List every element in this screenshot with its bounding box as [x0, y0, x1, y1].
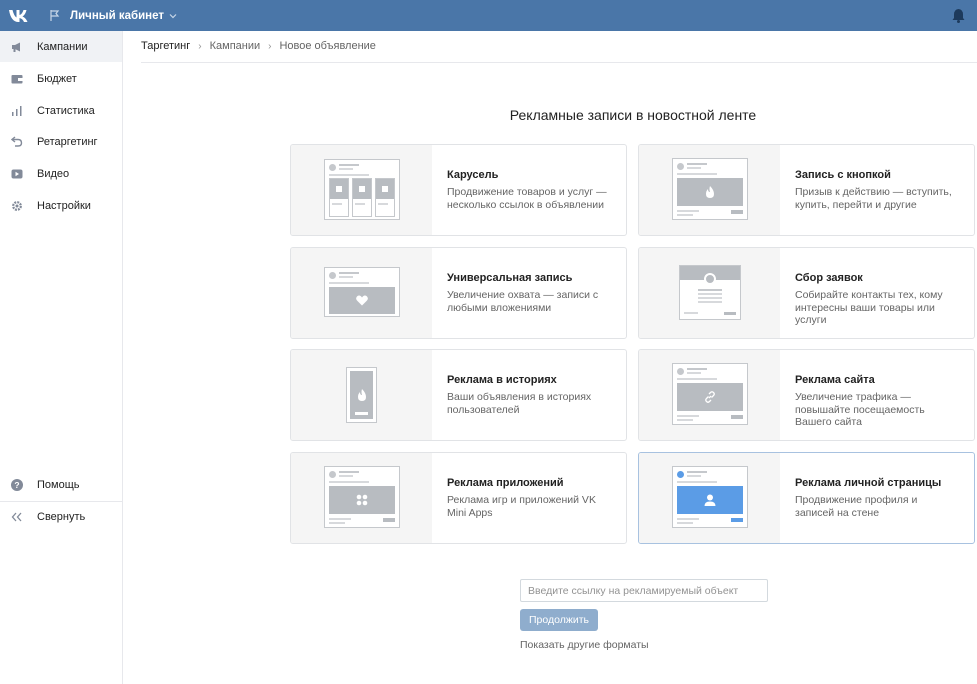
sidebar-item-video[interactable]: Видео: [0, 158, 122, 189]
breadcrumb-divider: [141, 62, 977, 63]
svg-text:?: ?: [14, 480, 19, 490]
format-card-apps[interactable]: Реклама приложений Реклама игр и приложе…: [290, 452, 627, 544]
format-title: Реклама в историях: [447, 374, 557, 386]
sidebar-item-label: Ретаргетинг: [37, 135, 98, 148]
sidebar-item-statistics[interactable]: Статистика: [0, 95, 122, 126]
megaphone-icon: [11, 41, 23, 53]
personal-page-illustration: [639, 453, 780, 543]
format-card-website[interactable]: Реклама сайта Увеличение трафика — повыш…: [638, 349, 975, 441]
breadcrumb-separator-icon: ›: [198, 40, 202, 52]
format-card-lead-form[interactable]: Сбор заявок Собирайте контакты тех, кому…: [638, 247, 975, 339]
sidebar-item-help[interactable]: ? Помощь: [0, 469, 122, 500]
sidebar-item-collapse[interactable]: Свернуть: [0, 501, 122, 532]
sidebar: Кампании Бюджет Статистика Ретаргетинг В…: [0, 31, 123, 684]
post-mockup: [672, 363, 748, 425]
format-card-stories[interactable]: Реклама в историях Ваши объявления в ист…: [290, 349, 627, 441]
format-description: Продвижение профиля и записей на стене: [795, 494, 918, 519]
post-mockup: [324, 267, 400, 317]
sidebar-item-settings[interactable]: Настройки: [0, 190, 122, 221]
format-description: Увеличение охвата — записи с любыми влож…: [447, 289, 599, 314]
breadcrumb-new-ad: Новое объявление: [279, 40, 376, 52]
breadcrumb-campaigns[interactable]: Кампании: [210, 40, 261, 52]
flame-icon: [357, 389, 366, 401]
sidebar-item-label: Видео: [37, 167, 70, 180]
format-description: Реклама игр и приложений VK Mini Apps: [447, 494, 596, 519]
format-description: Продвижение товаров и услуг — несколько …: [447, 186, 607, 211]
format-description: Увеличение трафика — повышайте посещаемо…: [795, 391, 925, 428]
sidebar-item-budget[interactable]: Бюджет: [0, 63, 122, 94]
sidebar-item-label: Свернуть: [37, 510, 86, 523]
format-description: Собирайте контакты тех, кому интересны в…: [795, 289, 943, 326]
post-mockup: [324, 466, 400, 528]
format-card-universal-post[interactable]: Универсальная запись Увеличение охвата —…: [290, 247, 627, 339]
format-title: Реклама сайта: [795, 374, 875, 386]
continue-button[interactable]: Продолжить: [520, 609, 598, 631]
format-title: Запись с кнопкой: [795, 169, 891, 181]
user-icon: [704, 494, 716, 506]
sidebar-item-label: Статистика: [37, 104, 95, 117]
format-card-carousel[interactable]: Карусель Продвижение товаров и услуг — н…: [290, 144, 627, 236]
format-description: Ваши объявления в историях пользователей: [447, 391, 592, 416]
sidebar-item-label: Бюджет: [37, 72, 77, 85]
stories-illustration: [291, 350, 432, 440]
bell-icon[interactable]: [952, 8, 965, 23]
format-card-button-post[interactable]: Запись с кнопкой Призыв к действию — вст…: [638, 144, 975, 236]
format-title: Универсальная запись: [447, 272, 573, 284]
show-other-formats-link[interactable]: Показать другие форматы: [520, 639, 649, 651]
cabinet-menu[interactable]: Личный кабинет: [50, 0, 177, 31]
format-title: Сбор заявок: [795, 272, 863, 284]
ad-url-input[interactable]: [520, 579, 768, 602]
video-icon: [11, 168, 23, 180]
sidebar-item-label: Кампании: [37, 40, 88, 53]
post-mockup: [324, 159, 400, 220]
help-icon: ?: [11, 478, 23, 491]
post-mockup: [672, 158, 748, 220]
bar-chart-icon: [11, 105, 23, 117]
collapse-icon: [11, 511, 23, 523]
top-bar: Личный кабинет: [0, 0, 977, 31]
gear-icon: [11, 200, 23, 212]
link-icon: [705, 391, 715, 403]
flame-icon: [706, 186, 714, 198]
page-title: Рекламные записи в новостной ленте: [509, 107, 757, 123]
carousel-illustration: [291, 145, 432, 235]
sidebar-item-label: Настройки: [37, 199, 91, 212]
vk-logo-icon[interactable]: [8, 7, 30, 24]
website-illustration: [639, 350, 780, 440]
flag-icon: [50, 10, 60, 21]
chevron-down-icon: [169, 13, 177, 18]
post-mockup: [672, 466, 748, 528]
wallet-icon: [11, 73, 23, 85]
format-card-personal-page[interactable]: Реклама личной страницы Продвижение проф…: [638, 452, 975, 544]
form-mockup: [679, 265, 741, 320]
apps-illustration: [291, 453, 432, 543]
button-post-illustration: [639, 145, 780, 235]
lead-form-illustration: [639, 248, 780, 338]
phone-mockup: [346, 367, 377, 423]
apps-grid-icon: [356, 494, 368, 506]
format-title: Реклама приложений: [447, 477, 564, 489]
format-title: Карусель: [447, 169, 499, 181]
cabinet-label: Личный кабинет: [70, 9, 164, 22]
breadcrumb: Таргетинг › Кампании › Новое объявление: [141, 40, 376, 52]
format-description: Призыв к действию — вступить, купить, пе…: [795, 186, 952, 211]
heart-icon: [356, 295, 368, 306]
retarget-arrow-icon: [11, 136, 23, 148]
sidebar-item-retargeting[interactable]: Ретаргетинг: [0, 126, 122, 157]
universal-post-illustration: [291, 248, 432, 338]
sidebar-item-campaigns[interactable]: Кампании: [0, 31, 122, 62]
sidebar-item-label: Помощь: [37, 478, 80, 491]
format-title: Реклама личной страницы: [795, 477, 942, 489]
breadcrumb-separator-icon: ›: [268, 40, 272, 52]
breadcrumb-targeting[interactable]: Таргетинг: [141, 40, 190, 52]
